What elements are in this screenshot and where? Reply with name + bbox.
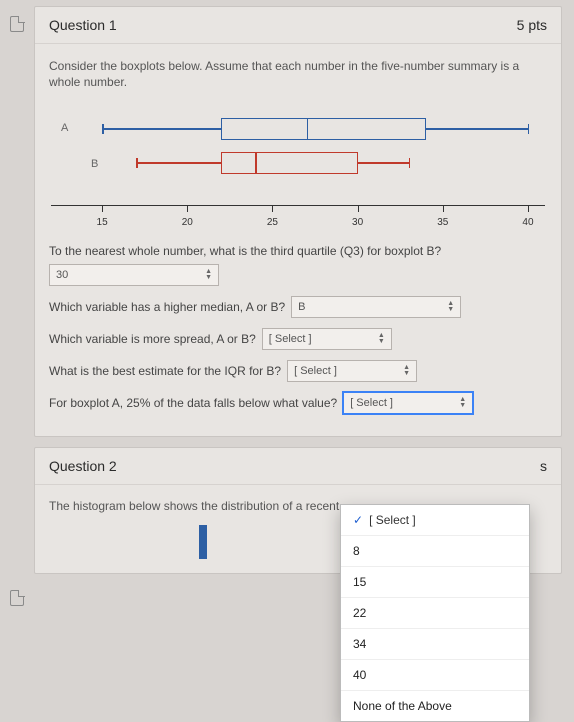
prompt-median: Which variable has a higher median, A or… [49, 300, 285, 314]
dropdown-option[interactable]: 40 [341, 659, 529, 690]
select-spread-value: [ Select ] [269, 333, 312, 345]
dropdown-option[interactable]: 8 [341, 535, 529, 566]
question-1-header: Question 1 5 pts [35, 7, 561, 44]
stepper-icon: ▲▼ [403, 365, 410, 377]
dropdown-menu[interactable]: ✓[ Select ]815223440None of the Above [340, 504, 530, 722]
boxplot-chart: A B 152025303540 [51, 100, 545, 230]
stepper-icon: ▲▼ [205, 269, 212, 281]
dropdown-option-selected[interactable]: ✓[ Select ] [341, 505, 529, 535]
select-q3[interactable]: 30 ▲▼ [49, 264, 219, 286]
page-icon [10, 16, 24, 32]
page-icon [10, 590, 24, 606]
prompt-q3: To the nearest whole number, what is the… [49, 244, 547, 258]
check-icon: ✓ [353, 513, 363, 527]
stepper-icon: ▲▼ [447, 301, 454, 313]
select-spread[interactable]: [ Select ] ▲▼ [262, 328, 392, 350]
dropdown-option[interactable]: 34 [341, 628, 529, 659]
stepper-icon: ▲▼ [459, 397, 466, 409]
boxplot-series-b [51, 100, 545, 230]
question-1-intro: Consider the boxplots below. Assume that… [49, 58, 547, 90]
histogram-bar [199, 525, 207, 559]
select-q3-value: 30 [56, 269, 68, 281]
select-iqr-value: [ Select ] [294, 365, 337, 377]
question-2-title: Question 2 [49, 458, 117, 474]
select-25pct-value: [ Select ] [350, 397, 393, 409]
dropdown-option[interactable]: None of the Above [341, 690, 529, 721]
prompt-spread: Which variable is more spread, A or B? [49, 332, 256, 346]
question-1-points: 5 pts [517, 17, 547, 33]
select-iqr[interactable]: [ Select ] ▲▼ [287, 360, 417, 382]
question-2-points-suffix: s [540, 458, 547, 474]
question-2-header: Question 2 s [35, 448, 561, 485]
stepper-icon: ▲▼ [378, 333, 385, 345]
question-1-title: Question 1 [49, 17, 117, 33]
dropdown-option[interactable]: 22 [341, 597, 529, 628]
prompt-25pct: For boxplot A, 25% of the data falls bel… [49, 396, 337, 410]
select-median[interactable]: B ▲▼ [291, 296, 461, 318]
select-median-value: B [298, 301, 305, 313]
question-1-card: Question 1 5 pts Consider the boxplots b… [34, 6, 562, 437]
dropdown-option[interactable]: 15 [341, 566, 529, 597]
prompt-iqr: What is the best estimate for the IQR fo… [49, 364, 281, 378]
select-25pct[interactable]: [ Select ] ▲▼ [343, 392, 473, 414]
